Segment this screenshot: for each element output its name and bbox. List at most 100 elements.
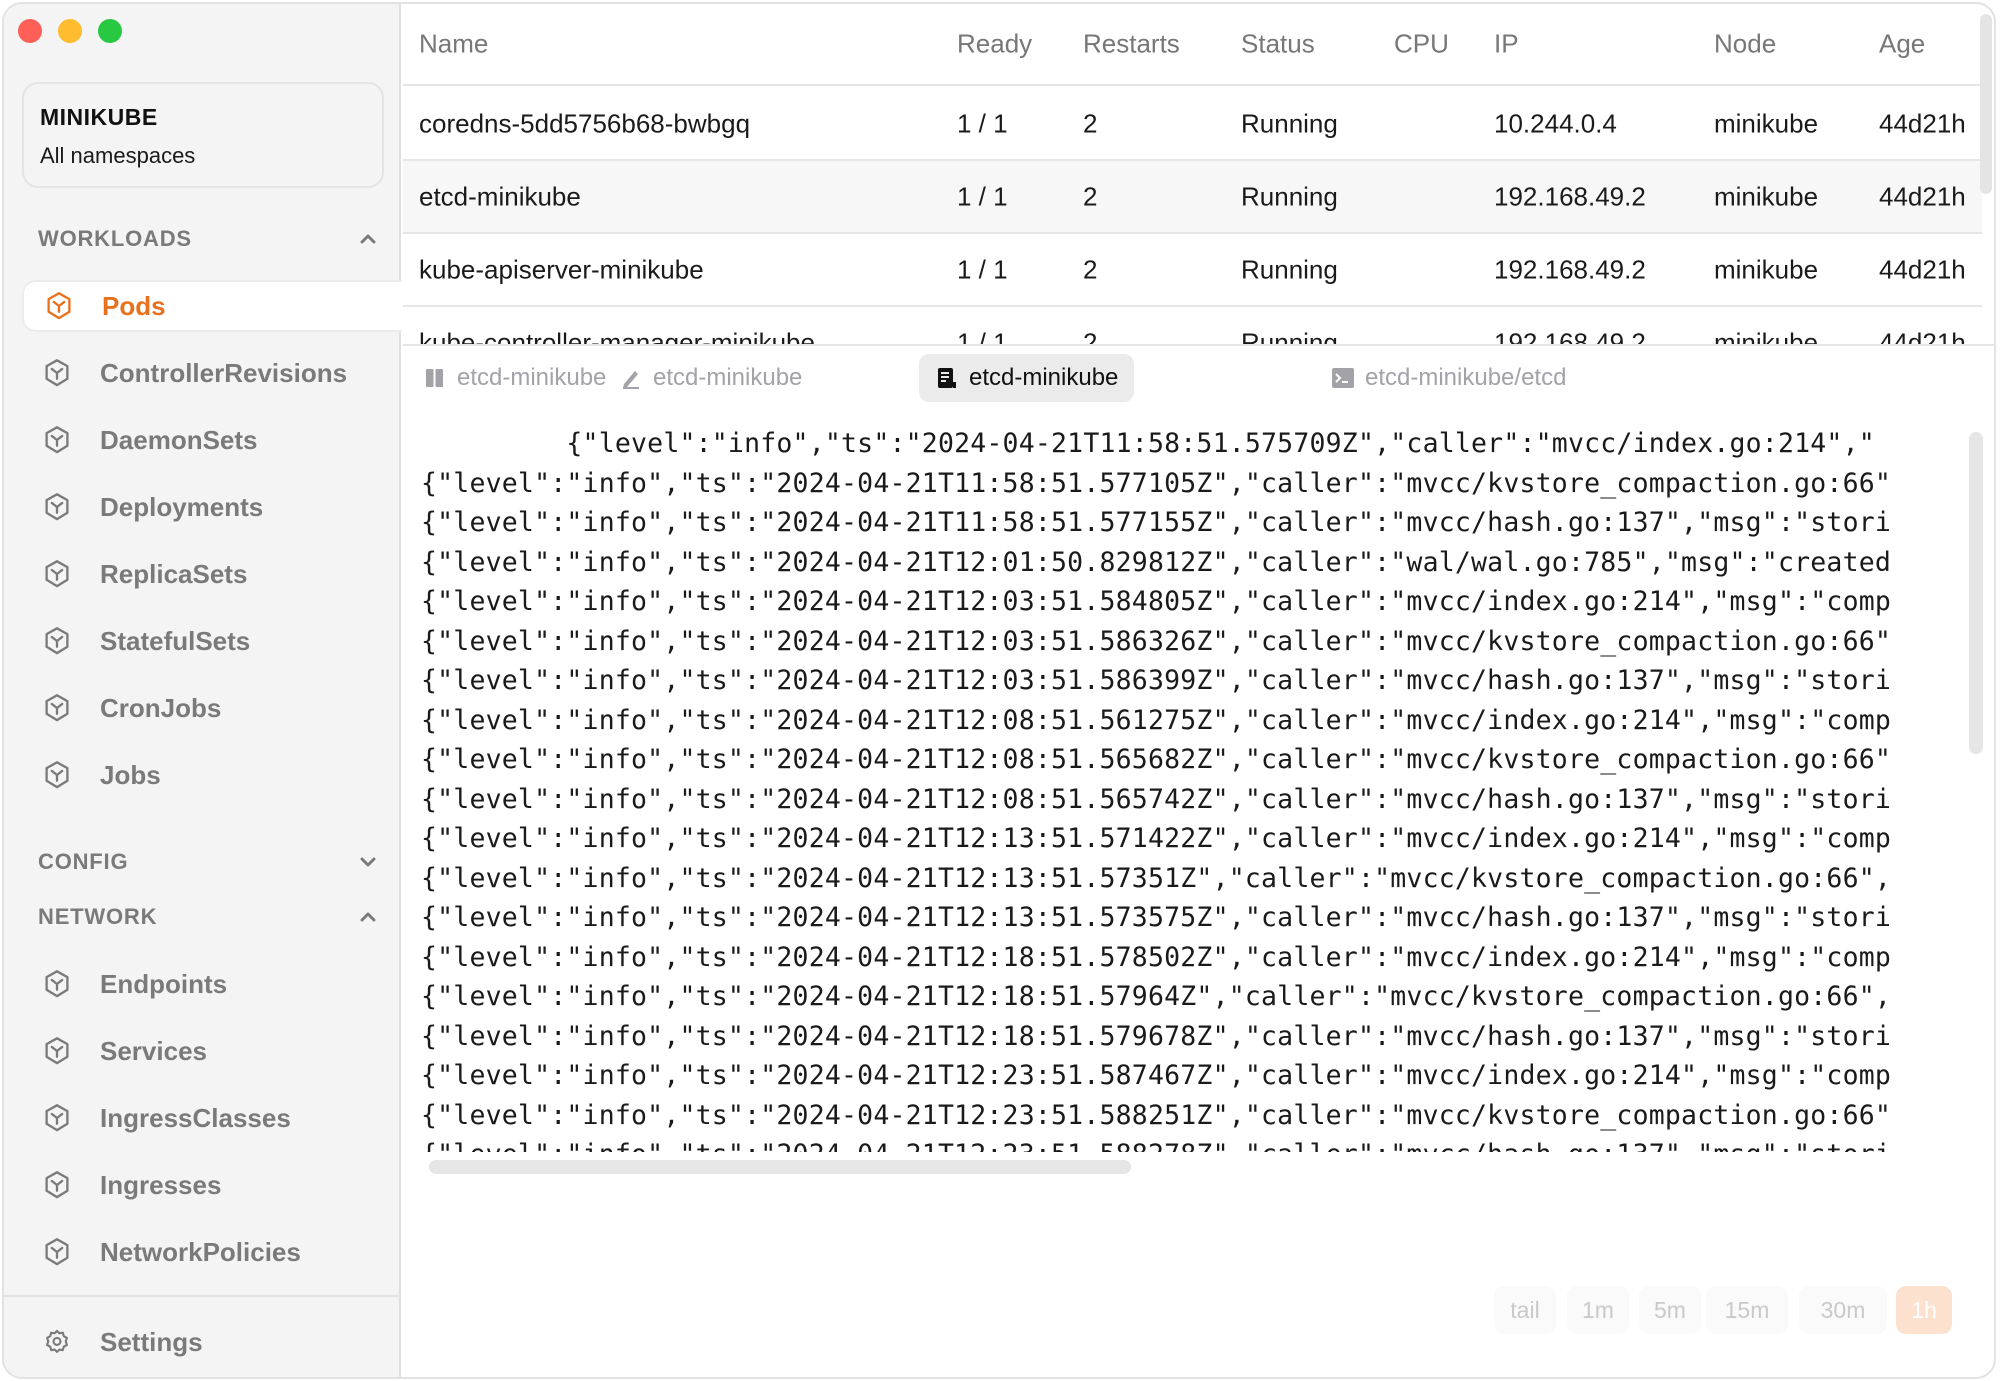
cube-icon bbox=[42, 626, 72, 656]
sidebar-item-label: Endpoints bbox=[100, 968, 228, 999]
chevron-down-icon bbox=[358, 852, 378, 872]
time-range-5m[interactable]: 5m bbox=[1639, 1286, 1701, 1334]
sidebar-item-jobs[interactable]: Jobs bbox=[22, 749, 402, 801]
tab-terminal-etcd-minikube-etcd[interactable]: etcd-minikube/etcd bbox=[1315, 354, 1582, 402]
column-header-ip[interactable]: IP bbox=[1494, 29, 1519, 60]
log-line: {"level":"info","ts":"2024-04-21T12:08:5… bbox=[421, 783, 1892, 815]
sidebar-item-daemonsets[interactable]: DaemonSets bbox=[22, 414, 402, 466]
sidebar-item-replicasets[interactable]: ReplicaSets bbox=[22, 548, 402, 600]
sidebar-item-label: NetworkPolicies bbox=[100, 1236, 301, 1267]
sidebar-item-label: Pods bbox=[102, 290, 166, 321]
terminal-icon bbox=[1331, 365, 1355, 391]
cell-node: minikube bbox=[1714, 327, 1819, 344]
tab-document-etcd-minikube[interactable]: etcd-minikube bbox=[919, 354, 1135, 402]
sidebar-item-label: Jobs bbox=[100, 759, 161, 790]
time-range-15m[interactable]: 15m bbox=[1706, 1286, 1788, 1334]
cell-ready: 1 / 1 bbox=[957, 108, 1008, 138]
cell-status: Running bbox=[1241, 254, 1338, 284]
tab-pencil-etcd-minikube[interactable]: etcd-minikube bbox=[603, 354, 818, 402]
pencil-icon bbox=[619, 365, 643, 391]
log-viewer: {"level":"info","ts":"2024-04-21T11:58:5… bbox=[403, 424, 1994, 1154]
cell-status: Running bbox=[1241, 181, 1338, 211]
column-header-age[interactable]: Age bbox=[1879, 29, 1925, 60]
time-range-1m[interactable]: 1m bbox=[1567, 1286, 1629, 1334]
log-line: {"level":"info","ts":"2024-04-21T12:03:5… bbox=[421, 665, 1892, 696]
cell-restarts: 2 bbox=[1083, 254, 1098, 284]
sidebar-item-settings[interactable]: Settings bbox=[22, 1316, 402, 1368]
section-network[interactable]: NETWORK bbox=[38, 904, 378, 930]
cell-restarts: 2 bbox=[1083, 181, 1098, 211]
sidebar-item-ingresses[interactable]: Ingresses bbox=[22, 1159, 402, 1211]
sidebar-item-label: Services bbox=[100, 1035, 207, 1066]
log-line: {"level":"info","ts":"2024-04-21T12:13:5… bbox=[421, 862, 1892, 894]
cell-restarts: 2 bbox=[1083, 108, 1098, 138]
cube-icon bbox=[42, 425, 72, 455]
cube-icon bbox=[42, 1103, 72, 1133]
sidebar-item-ingressclasses[interactable]: IngressClasses bbox=[22, 1092, 402, 1144]
cell-age: 44d21h bbox=[1879, 254, 1966, 284]
sidebar-item-label: Settings bbox=[100, 1326, 203, 1357]
cell-node: minikube bbox=[1714, 181, 1819, 211]
log-line: {"level":"info","ts":"2024-04-21T11:58:5… bbox=[421, 507, 1892, 538]
column-header-restarts[interactable]: Restarts bbox=[1083, 29, 1180, 60]
minimize-window-button[interactable] bbox=[58, 19, 82, 43]
window-controls bbox=[18, 19, 122, 43]
zoom-window-button[interactable] bbox=[98, 19, 122, 43]
cell-ip: 10.244.0.4 bbox=[1494, 108, 1617, 138]
section-workloads[interactable]: WORKLOADS bbox=[38, 226, 378, 252]
chevron-up-icon bbox=[358, 907, 378, 927]
cell-age: 44d21h bbox=[1879, 327, 1966, 344]
cell-ready: 1 / 1 bbox=[957, 181, 1008, 211]
sidebar-item-label: Ingresses bbox=[100, 1169, 222, 1200]
log-line: {"level":"info","ts":"2024-04-21T12:23:5… bbox=[421, 1139, 1961, 1152]
time-range-30m[interactable]: 30m bbox=[1799, 1286, 1887, 1334]
column-header-ready[interactable]: Ready bbox=[957, 29, 1032, 60]
tab-book-etcd-minikube[interactable]: etcd-minikube bbox=[407, 354, 622, 402]
column-header-cpu[interactable]: CPU bbox=[1394, 29, 1449, 60]
cell-ip: 192.168.49.2 bbox=[1494, 327, 1646, 344]
sidebar-item-deployments[interactable]: Deployments bbox=[22, 481, 402, 533]
log-vertical-scrollbar[interactable] bbox=[1969, 432, 1983, 754]
tab-label: etcd-minikube/etcd bbox=[1365, 364, 1567, 391]
section-config-label: CONFIG bbox=[38, 849, 129, 874]
sidebar-item-pods[interactable]: Pods bbox=[22, 280, 402, 332]
section-network-label: NETWORK bbox=[38, 904, 158, 929]
sidebar-item-endpoints[interactable]: Endpoints bbox=[22, 958, 402, 1010]
time-range-1h[interactable]: 1h bbox=[1896, 1286, 1952, 1334]
cube-icon bbox=[42, 559, 72, 589]
table-row[interactable]: kube-controller-manager-minikube 1 / 1 2 Ru… bbox=[403, 307, 1982, 344]
sidebar-item-networkpolicies[interactable]: NetworkPolicies bbox=[22, 1226, 402, 1278]
table-row[interactable]: kube-apiserver-minikube 1 / 1 2 Running 192.… bbox=[403, 234, 1982, 307]
cube-icon bbox=[42, 1237, 72, 1267]
cell-restarts: 2 bbox=[1083, 327, 1098, 344]
log-horizontal-scrollbar[interactable] bbox=[429, 1160, 1131, 1174]
chevron-up-icon bbox=[358, 229, 378, 249]
cell-name: etcd-minikube bbox=[419, 181, 581, 211]
section-config[interactable]: CONFIG bbox=[38, 849, 378, 875]
sidebar-item-services[interactable]: Services bbox=[22, 1025, 402, 1077]
column-header-name[interactable]: Name bbox=[419, 29, 488, 60]
time-range-tail[interactable]: tail bbox=[1494, 1286, 1556, 1334]
column-header-status[interactable]: Status bbox=[1241, 29, 1315, 60]
cube-icon bbox=[42, 693, 72, 723]
section-workloads-label: WORKLOADS bbox=[38, 226, 192, 251]
cube-icon bbox=[44, 291, 74, 321]
sidebar-item-label: ControllerRevisions bbox=[100, 357, 348, 388]
sidebar-item-label: StatefulSets bbox=[100, 625, 251, 656]
main-panel: Name Ready Restarts Status CPU IP Node Age core… bbox=[403, 4, 1994, 1377]
close-window-button[interactable] bbox=[18, 19, 42, 43]
cluster-selector[interactable]: MINIKUBE All namespaces bbox=[22, 82, 384, 188]
cell-name: kube-controller-manager-minikube bbox=[419, 327, 815, 344]
sidebar-item-cronjobs[interactable]: CronJobs bbox=[22, 682, 402, 734]
log-line: {"level":"info","ts":"2024-04-21T12:13:5… bbox=[421, 902, 1892, 933]
log-line: {"level":"info","ts":"2024-04-21T12:08:5… bbox=[421, 744, 1892, 775]
table-row[interactable]: etcd-minikube 1 / 1 2 Running 192.168.49.2 mi… bbox=[403, 161, 1982, 234]
cell-ready: 1 / 1 bbox=[957, 254, 1008, 284]
sidebar-item-controllerrevisions[interactable]: ControllerRevisions bbox=[22, 347, 402, 399]
table-scrollbar[interactable] bbox=[1980, 14, 1992, 194]
cell-name: kube-apiserver-minikube bbox=[419, 254, 704, 284]
column-header-node[interactable]: Node bbox=[1714, 29, 1776, 60]
sidebar-item-statefulsets[interactable]: StatefulSets bbox=[22, 615, 402, 667]
sidebar-item-label: IngressClasses bbox=[100, 1102, 291, 1133]
table-row[interactable]: coredns-5dd5756b68-bwbgq 1 / 1 2 Running 10.… bbox=[403, 88, 1982, 161]
